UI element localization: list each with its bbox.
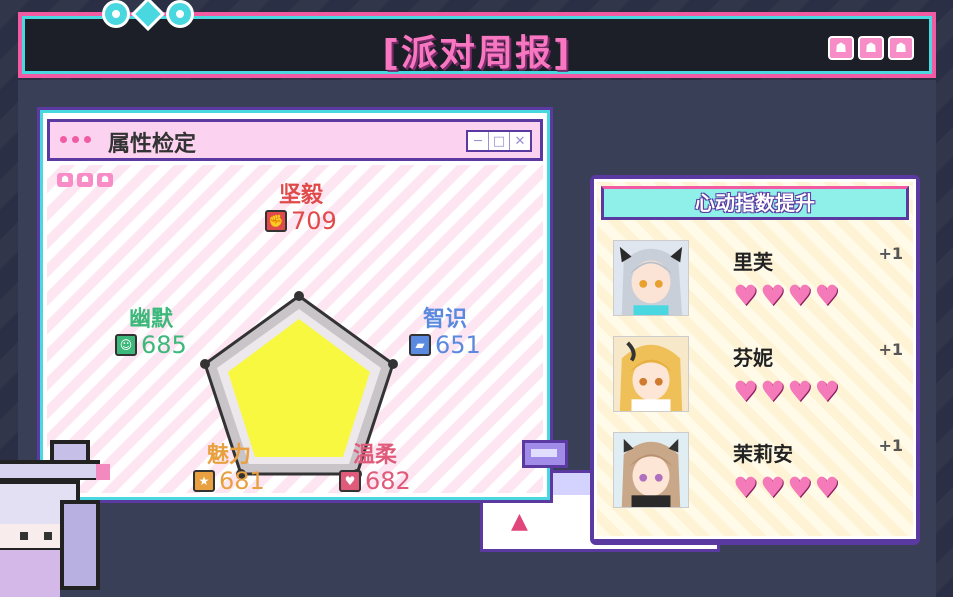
minimize-icon[interactable]: ─ <box>468 132 489 150</box>
warning-icon: ▲ <box>511 509 528 534</box>
window-controls: ─ □ ✕ <box>466 130 532 152</box>
attribute-titlebar: 属性检定 ─ □ ✕ <box>47 119 543 161</box>
stat-value-charm: 681 <box>219 467 265 495</box>
stat-tenacity: ✊ 709 <box>265 207 337 235</box>
heart-icon: ♥ <box>814 471 840 504</box>
fist-icon: ✊ <box>265 210 287 232</box>
stat-value-gentleness: 682 <box>365 467 411 495</box>
dot-icon <box>84 136 91 143</box>
stat-value-intelligence: 651 <box>435 331 481 359</box>
pixel-mascot <box>0 440 110 597</box>
invader-icon: ☗ <box>888 36 914 60</box>
heart-icon: ♥ <box>787 471 813 504</box>
heart-icon: ♥ <box>733 471 759 504</box>
stat-gentleness: ♥ 682 <box>339 467 411 495</box>
heart-icon: ♥ <box>814 375 840 408</box>
character-name: 芬妮 <box>733 346 773 370</box>
titlebar-dots <box>60 136 91 143</box>
avatar <box>613 240 689 316</box>
character-row[interactable]: 茉莉安 +1 ♥ ♥ ♥ ♥ <box>613 432 913 512</box>
heart-icon: ♥ <box>760 471 786 504</box>
heart-icon: ♥ <box>339 470 361 492</box>
header-icon-group: ☗ ☗ ☗ <box>828 36 914 60</box>
stat-label-gentleness: 温柔 <box>353 443 398 468</box>
heart-icon: ♥ <box>733 279 759 312</box>
diamond-icon <box>131 0 165 31</box>
heart-icon: ♥ <box>814 279 840 312</box>
heart-icon: ♥ <box>787 375 813 408</box>
affinity-inner: 心动指数提升 里芙 +1 ♥ ♥ ♥ ♥ 芬妮 +1 ♥ ♥ ♥ ♥ 茉莉安 +… <box>594 179 916 539</box>
ring-icon <box>102 0 130 28</box>
affinity-title: 心动指数提升 <box>601 186 909 220</box>
book-icon: ▰ <box>409 334 431 356</box>
affinity-panel: 心动指数提升 里芙 +1 ♥ ♥ ♥ ♥ 芬妮 +1 ♥ ♥ ♥ ♥ 茉莉安 +… <box>590 175 920 545</box>
stat-humor: ☺ 685 <box>115 331 187 359</box>
invader-icon: ☗ <box>858 36 884 60</box>
heart-icon: ♥ <box>760 375 786 408</box>
character-name: 茉莉安 <box>733 442 793 466</box>
dot-icon <box>72 136 79 143</box>
affinity-gain: +1 <box>878 244 903 263</box>
radar-vertex <box>294 291 304 301</box>
stat-label-intelligence: 智识 <box>423 307 468 332</box>
header-decoration <box>102 0 194 31</box>
attribute-window: 属性检定 ─ □ ✕ ☗ ☗ ☗ 坚毅 ✊ 709 智识 ▰ 651 温柔 ♥ … <box>40 110 550 500</box>
character-row[interactable]: 芬妮 +1 ♥ ♥ ♥ ♥ <box>613 336 913 416</box>
ring-icon <box>166 0 194 28</box>
cassette-icon <box>522 440 568 468</box>
avatar <box>613 336 689 412</box>
heart-meter: ♥ ♥ ♥ ♥ <box>733 474 839 502</box>
heart-icon: ♥ <box>760 279 786 312</box>
radar-vertex <box>388 359 398 369</box>
affinity-gain: +1 <box>878 436 903 455</box>
heart-icon: ♥ <box>787 279 813 312</box>
character-name: 里芙 <box>733 250 773 274</box>
stat-intelligence: ▰ 651 <box>409 331 481 359</box>
heart-meter: ♥ ♥ ♥ ♥ <box>733 378 839 406</box>
heart-icon: ♥ <box>733 375 759 408</box>
stat-label-tenacity: 坚毅 <box>279 183 324 208</box>
attribute-body: ☗ ☗ ☗ 坚毅 ✊ 709 智识 ▰ 651 温柔 ♥ 682 魅力 ★ 68… <box>47 165 543 495</box>
radar-vertex <box>200 359 210 369</box>
dot-icon <box>60 136 67 143</box>
invader-icon: ☗ <box>828 36 854 60</box>
stat-value-humor: 685 <box>141 331 187 359</box>
page-title: [派对周报] <box>382 33 572 74</box>
heart-meter: ♥ ♥ ♥ ♥ <box>733 282 839 310</box>
smile-icon: ☺ <box>115 334 137 356</box>
attribute-title: 属性检定 <box>108 132 197 157</box>
stat-label-humor: 幽默 <box>129 307 174 332</box>
affinity-gain: +1 <box>878 340 903 359</box>
star-icon: ★ <box>193 470 215 492</box>
stat-label-charm: 魅力 <box>207 443 252 468</box>
avatar <box>613 432 689 508</box>
stat-charm: ★ 681 <box>193 467 265 495</box>
character-row[interactable]: 里芙 +1 ♥ ♥ ♥ ♥ <box>613 240 913 320</box>
maximize-icon[interactable]: □ <box>489 132 510 150</box>
stat-value-tenacity: 709 <box>291 207 337 235</box>
close-icon[interactable]: ✕ <box>510 132 530 150</box>
